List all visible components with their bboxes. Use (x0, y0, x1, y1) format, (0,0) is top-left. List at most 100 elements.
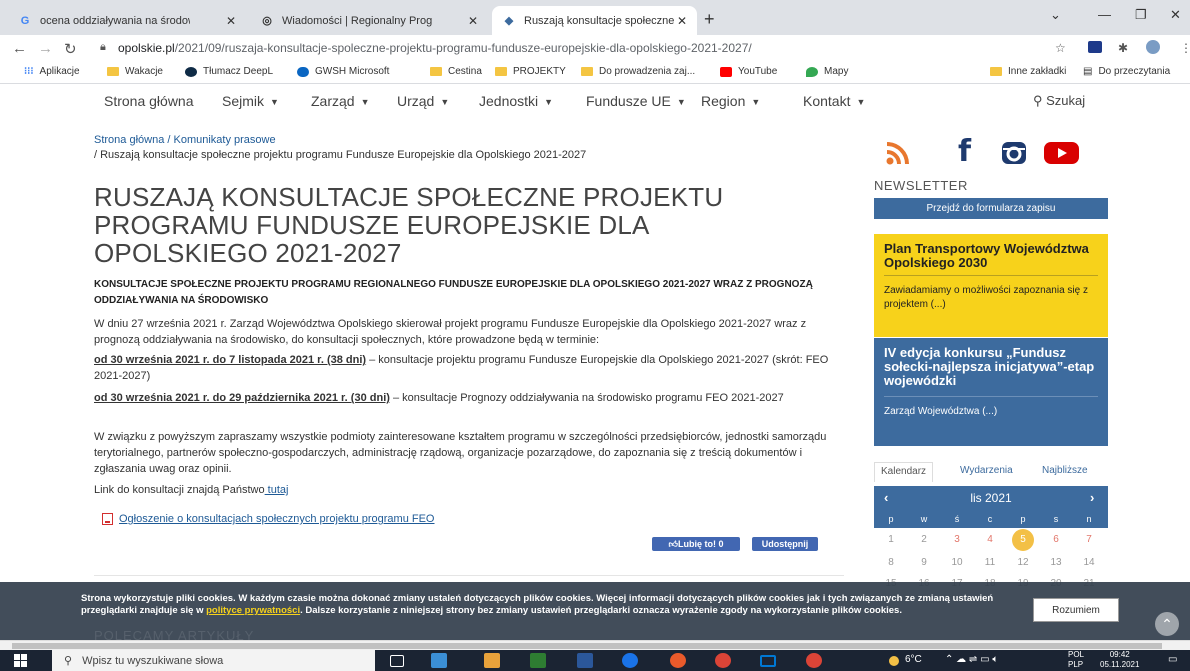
arrow-up-icon: ⌃ (1161, 616, 1173, 632)
system-tray-icons[interactable]: ⌃ ☁ ⇌ ▭ 🔈︎ (945, 654, 998, 665)
chevron-down-icon: ▼ (676, 97, 686, 107)
nav-jednostki[interactable]: Jednostki ▼ (479, 93, 553, 109)
promo-title: Plan Transportowy Województwa Opolskiego… (884, 241, 1089, 270)
skype-icon[interactable] (622, 653, 638, 668)
nav-region[interactable]: Region ▼ (701, 93, 760, 109)
horizontal-scrollbar[interactable] (0, 640, 1190, 650)
language-indicator[interactable]: POL PLP (1068, 650, 1084, 670)
scroll-to-top-button[interactable]: ⌃ (1155, 612, 1179, 636)
weather-icon[interactable] (889, 656, 899, 666)
promo-fundusz-solecki[interactable]: IV edycja konkursu „Fundusz sołecki-najl… (874, 338, 1108, 446)
firefox-icon[interactable] (670, 653, 686, 668)
extension-icon[interactable] (1088, 41, 1102, 53)
nav-zarzad[interactable]: Zarząd ▼ (311, 93, 370, 109)
task-view-icon[interactable] (390, 655, 404, 667)
close-icon[interactable]: ✕ (677, 14, 687, 28)
calendar-day[interactable]: 11 (980, 557, 1000, 568)
bookmark-deepl[interactable]: Tłumacz DeepL (185, 66, 273, 77)
tab-najblizsze[interactable]: Najbliższe (1036, 462, 1094, 482)
close-icon[interactable]: ✕ (468, 14, 478, 28)
calendar-day[interactable]: 10 (947, 557, 967, 568)
tab-wiadomosci[interactable]: ◎ Wiadomości | Regionalny Progra ✕ (250, 6, 488, 35)
facebook-like-button[interactable]: 👍︎ Lubię to! 0 (652, 537, 740, 551)
promo-transport-plan[interactable]: Plan Transportowy Województwa Opolskiego… (874, 234, 1108, 337)
calendar-day[interactable]: 3 (947, 534, 967, 545)
folder-icon (495, 67, 507, 76)
nav-urzad[interactable]: Urząd ▼ (397, 93, 449, 109)
tab-wydarzenia[interactable]: Wydarzenia (954, 462, 1019, 482)
puzzle-icon[interactable]: ✱ (1118, 41, 1128, 55)
calendar-day[interactable]: 13 (1046, 557, 1066, 568)
bookmark-inne[interactable]: Inne zakładki (990, 66, 1066, 77)
excel-icon[interactable] (530, 653, 546, 668)
chrome-icon[interactable] (715, 653, 731, 668)
nav-strona-glowna[interactable]: Strona główna (104, 93, 194, 109)
notifications-icon[interactable]: ▭ (1168, 654, 1177, 665)
calendar-day[interactable]: 1 (881, 534, 901, 545)
nav-kontakt[interactable]: Kontakt ▼ (803, 93, 865, 109)
calendar-day[interactable]: 9 (914, 557, 934, 568)
tab-kalendarz[interactable]: Kalendarz (874, 462, 934, 482)
youtube-icon[interactable] (1043, 140, 1081, 166)
mail-icon[interactable] (760, 655, 776, 667)
pdf-download-link[interactable]: Ogłoszenie o konsultacjach społecznych p… (102, 513, 435, 525)
calendar-day[interactable]: 2 (914, 534, 934, 545)
bookmark-reading-list[interactable]: ▤ Do przeczytania (1083, 66, 1170, 77)
tab-search-icon[interactable]: ⌄ (1050, 7, 1061, 23)
privacy-policy-link[interactable]: polityce prywatności (206, 605, 300, 616)
calendar-day-today[interactable]: 5 (1012, 529, 1034, 551)
scrollbar-thumb[interactable] (12, 643, 1162, 649)
avatar[interactable] (1146, 40, 1160, 54)
bookmark-cestina[interactable]: Cestina (430, 66, 482, 77)
url-field[interactable]: opolskie.pl/2021/09/ruszaja-konsultacje-… (118, 41, 752, 55)
tab-ruszaja[interactable]: ◆ Ruszają konsultacje społeczne pr ✕ (492, 6, 697, 35)
tab-ocena[interactable]: G ocena oddziaływania na środowi ✕ (8, 6, 246, 35)
facebook-share-button[interactable]: Udostępnij (752, 537, 818, 551)
rss-icon[interactable] (885, 140, 913, 166)
breadcrumb[interactable]: Strona główna / Komunikaty prasowe (94, 134, 276, 146)
windows-start-icon[interactable] (14, 654, 28, 668)
calendar-day[interactable]: 6 (1046, 534, 1066, 545)
close-window-icon[interactable]: ✕ (1170, 7, 1181, 23)
store-icon[interactable] (484, 653, 500, 668)
weather-temp[interactable]: 6°C (905, 654, 922, 665)
bookmark-projekty[interactable]: PROJEKTY (495, 66, 566, 77)
bookmark-youtube[interactable]: YouTube (720, 66, 777, 77)
calendar-tabs: Kalendarz Wydarzenia Najbliższe (874, 462, 1108, 482)
chrome-active-icon[interactable] (806, 653, 822, 668)
bookmark-wakacje[interactable]: Wakacje (107, 66, 163, 77)
explorer-icon[interactable] (431, 653, 447, 668)
star-icon[interactable]: ☆ (1055, 41, 1066, 55)
bookmark-prowadzenia[interactable]: Do prowadzenia zaj... (581, 66, 695, 77)
newsletter-signup-button[interactable]: Przejdź do formularza zapisu (874, 198, 1108, 219)
lock-icon[interactable]: 🔒︎ (100, 41, 106, 54)
back-icon[interactable]: ← (12, 40, 27, 57)
date-range: od 30 września 2021 r. do 7 listopada 20… (94, 354, 367, 366)
minimize-icon[interactable]: — (1098, 7, 1111, 22)
accept-cookies-button[interactable]: Rozumiem (1033, 598, 1119, 622)
consultation-link[interactable]: tutaj (265, 484, 289, 496)
calendar-day[interactable]: 14 (1079, 557, 1099, 568)
instagram-icon[interactable] (1000, 140, 1030, 166)
menu-icon[interactable]: ⋮ (1180, 41, 1190, 55)
facebook-icon[interactable]: f (958, 134, 971, 169)
bookmark-gwsh[interactable]: GWSH Microsoft (297, 66, 389, 77)
taskbar-search[interactable]: ⚲ Wpisz tu wyszukiwane słowa (52, 650, 375, 671)
calendar-day[interactable]: 8 (881, 557, 901, 568)
close-icon[interactable]: ✕ (226, 14, 236, 28)
forward-icon[interactable]: → (38, 40, 53, 57)
calendar-day[interactable]: 12 (1013, 557, 1033, 568)
word-icon[interactable] (577, 653, 593, 668)
new-tab-button[interactable]: + (704, 9, 715, 30)
nav-fundusze-ue[interactable]: Fundusze UE ▼ (586, 93, 686, 109)
next-month-icon[interactable]: › (1090, 490, 1094, 505)
calendar-day[interactable]: 4 (980, 534, 1000, 545)
restore-icon[interactable]: ❐ (1135, 7, 1147, 23)
nav-sejmik[interactable]: Sejmik ▼ (222, 93, 279, 109)
bookmark-mapy[interactable]: Mapy (806, 66, 848, 77)
search-button[interactable]: ⚲ Szukaj (1033, 93, 1085, 109)
clock[interactable]: 09:42 05.11.2021 (1100, 650, 1139, 670)
bookmark-apps[interactable]: ⁝⁝⁝ Aplikacje (24, 66, 80, 77)
reload-icon[interactable]: ↻ (64, 40, 77, 58)
calendar-day[interactable]: 7 (1079, 534, 1099, 545)
